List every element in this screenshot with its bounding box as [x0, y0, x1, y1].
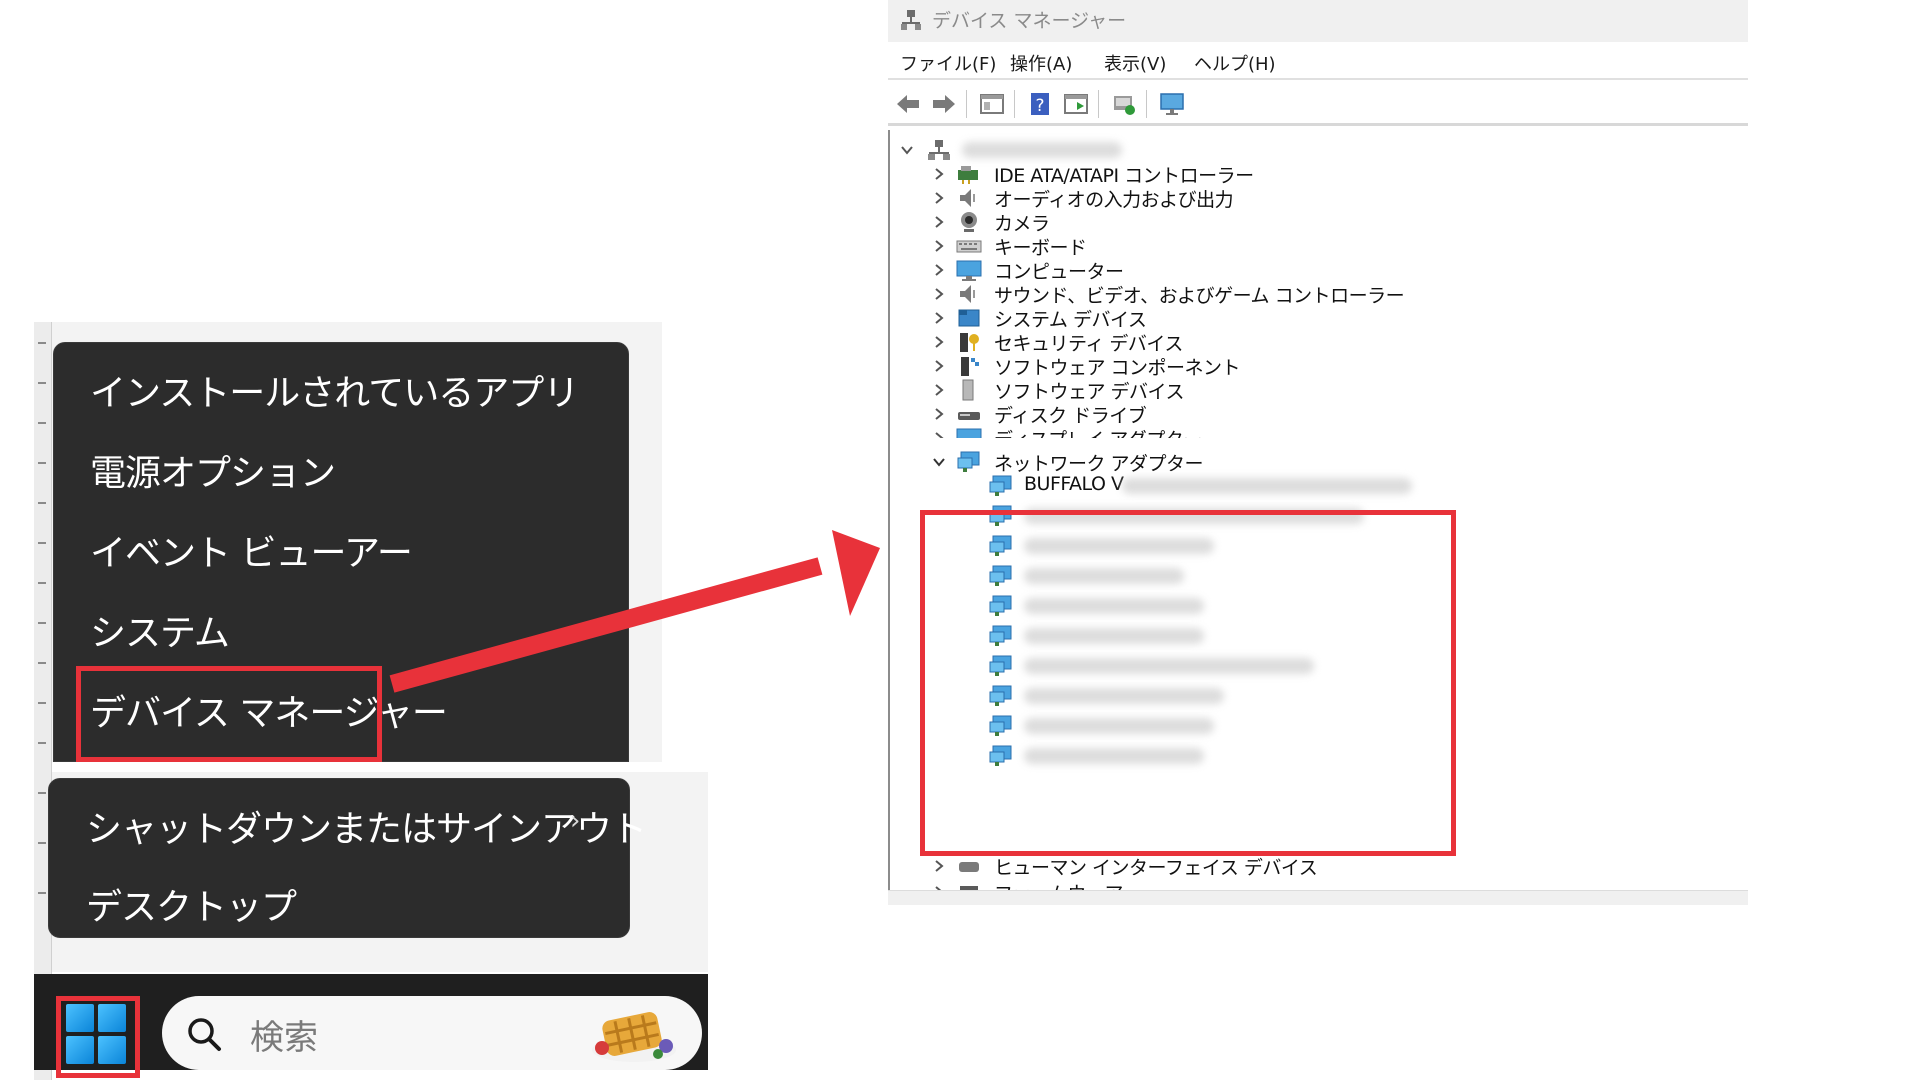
- audio-io-icon: [960, 189, 975, 207]
- menu-item-event-viewer[interactable]: イベント ビューアー: [90, 524, 413, 576]
- network-adapter-icon: [957, 451, 980, 472]
- waffle-widget-icon[interactable]: [584, 1006, 684, 1066]
- menu-bar: ファイル(F) 操作(A) 表示(V) ヘルプ(H): [888, 42, 1748, 80]
- chevron-right-icon[interactable]: [932, 263, 946, 277]
- highlight-start-button: [56, 996, 140, 1078]
- background-window-edge: [34, 322, 52, 1080]
- chevron-right-icon[interactable]: [932, 191, 946, 205]
- properties-icon[interactable]: [978, 90, 1006, 118]
- tree-item-hid[interactable]: ヒューマン インターフェイス デバイス: [890, 852, 1590, 880]
- ide-controller-icon: [958, 166, 978, 184]
- display-adapter-icon: [956, 428, 982, 438]
- pointer-arrow-icon: [389, 530, 880, 693]
- monitor-icon[interactable]: [1158, 90, 1186, 118]
- chevron-right-icon[interactable]: [932, 359, 946, 373]
- help-icon[interactable]: ?: [1026, 90, 1054, 118]
- network-adapter-item[interactable]: BUFFALO V: [890, 472, 1590, 500]
- firmware-icon: [960, 886, 978, 890]
- search-placeholder[interactable]: 検索: [250, 1010, 318, 1059]
- menu-item-installed-apps[interactable]: インストールされているアプリ: [90, 364, 579, 416]
- chevron-right-icon[interactable]: [932, 239, 946, 253]
- device-manager-icon: [901, 10, 921, 30]
- chevron-right-icon[interactable]: [932, 167, 946, 181]
- hid-icon: [959, 862, 979, 872]
- software-devices-icon: [962, 379, 974, 401]
- chevron-right-icon[interactable]: [932, 407, 946, 421]
- chevron-right-icon[interactable]: [932, 431, 946, 438]
- camera-icon: [961, 212, 977, 232]
- disk-drive-icon: [958, 412, 980, 420]
- menu-file[interactable]: ファイル(F): [900, 50, 996, 76]
- menu-action[interactable]: 操作(A): [1010, 50, 1072, 76]
- menu-view[interactable]: 表示(V): [1104, 50, 1166, 76]
- system-devices-icon: [958, 309, 980, 327]
- software-component-icon: [961, 357, 979, 376]
- forward-icon[interactable]: [930, 90, 958, 118]
- title-bar: デバイス マネージャー: [888, 0, 1748, 42]
- scan-hardware-icon[interactable]: [1110, 90, 1138, 118]
- chevron-right-icon[interactable]: [932, 335, 946, 349]
- tree-item-firmware[interactable]: ファームウェア: [890, 878, 1590, 890]
- menu-item-power-options[interactable]: 電源オプション: [90, 444, 336, 496]
- chevron-right-icon[interactable]: [932, 859, 946, 873]
- svg-text:?: ?: [1035, 96, 1044, 116]
- chevron-right-icon[interactable]: [932, 383, 946, 397]
- highlight-network-adapters: [920, 510, 1456, 856]
- network-adapter-icon: [989, 475, 1012, 496]
- search-icon: [188, 1018, 221, 1051]
- chevron-down-icon[interactable]: [900, 143, 914, 157]
- back-icon[interactable]: [894, 90, 922, 118]
- update-driver-icon[interactable]: [1062, 90, 1090, 118]
- window-title: デバイス マネージャー: [932, 10, 1127, 32]
- horizontal-scrollbar[interactable]: [888, 890, 1748, 905]
- tree-item-display-adapter[interactable]: ディスプレイ アダプター: [890, 424, 1590, 438]
- highlight-device-manager-menu: [76, 666, 382, 762]
- chevron-down-icon[interactable]: [932, 455, 946, 469]
- menu-item-system[interactable]: システム: [90, 604, 230, 656]
- computer-icon: [956, 260, 982, 281]
- chevron-right-icon[interactable]: [932, 215, 946, 229]
- security-devices-icon: [960, 333, 979, 352]
- screenshot-root: インストールされているアプリ 電源オプション イベント ビューアー システム デ…: [0, 0, 1920, 1080]
- menu-help[interactable]: ヘルプ(H): [1194, 50, 1276, 76]
- sound-video-icon: [960, 285, 975, 303]
- toolbar: ?: [888, 82, 1748, 126]
- chevron-right-icon[interactable]: [932, 311, 946, 325]
- chevron-right-icon: ›: [570, 806, 581, 836]
- chevron-right-icon[interactable]: [932, 287, 946, 301]
- menu-item-shutdown-signout[interactable]: シャットダウンまたはサインアウト: [86, 800, 647, 852]
- keyboard-icon: [956, 240, 982, 253]
- computer-root-icon: [928, 140, 950, 160]
- menu-item-desktop[interactable]: デスクトップ: [86, 878, 297, 930]
